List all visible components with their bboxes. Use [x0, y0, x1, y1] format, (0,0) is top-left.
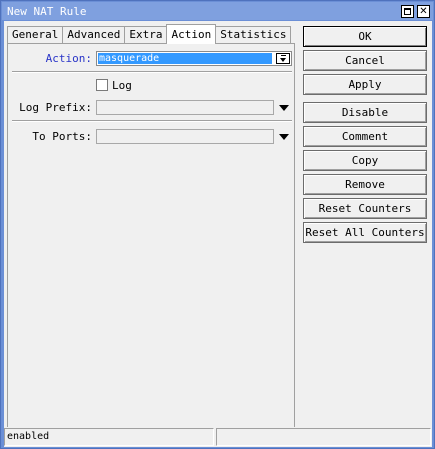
- status-secondary: [216, 428, 431, 446]
- tab-advanced[interactable]: Advanced: [62, 26, 126, 44]
- cancel-button[interactable]: Cancel: [303, 50, 427, 71]
- separator: [12, 120, 292, 122]
- log-prefix-input[interactable]: [96, 100, 274, 115]
- action-tab-panel: Action: masquerade Log Log Prefix: To Po…: [7, 43, 295, 445]
- nat-rule-window: New NAT Rule ✕ General Advanced Extra Ac…: [0, 0, 435, 449]
- tab-general[interactable]: General: [7, 26, 64, 44]
- status-state: enabled: [4, 428, 214, 446]
- log-label: Log: [112, 79, 132, 92]
- ok-button[interactable]: OK: [303, 26, 427, 47]
- dialog-body: General Advanced Extra Action Statistics…: [4, 21, 432, 447]
- close-icon[interactable]: ✕: [417, 5, 430, 18]
- window-title: New NAT Rule: [7, 5, 87, 18]
- disable-button[interactable]: Disable: [303, 102, 427, 123]
- to-ports-input[interactable]: [96, 129, 274, 144]
- apply-button[interactable]: Apply: [303, 74, 427, 95]
- reset-counters-button[interactable]: Reset Counters: [303, 198, 427, 219]
- tab-action[interactable]: Action: [166, 24, 217, 44]
- action-label: Action:: [45, 52, 92, 65]
- tab-bar: General Advanced Extra Action Statistics: [7, 24, 292, 44]
- separator: [12, 71, 292, 73]
- status-bar: enabled: [4, 427, 432, 447]
- dropdown-arrow-icon[interactable]: [276, 53, 290, 64]
- expand-arrow-icon[interactable]: [279, 134, 289, 140]
- reset-all-counters-button[interactable]: Reset All Counters: [303, 222, 427, 243]
- remove-button[interactable]: Remove: [303, 174, 427, 195]
- log-prefix-label: Log Prefix:: [19, 101, 92, 114]
- maximize-icon[interactable]: [401, 5, 414, 18]
- tab-extra[interactable]: Extra: [124, 26, 168, 44]
- log-checkbox[interactable]: [96, 79, 108, 91]
- action-selected-value: masquerade: [98, 53, 272, 64]
- title-bar[interactable]: New NAT Rule ✕: [2, 2, 433, 20]
- action-select[interactable]: masquerade: [96, 51, 292, 66]
- tab-statistics[interactable]: Statistics: [215, 26, 292, 44]
- expand-arrow-icon[interactable]: [279, 105, 289, 111]
- comment-button[interactable]: Comment: [303, 126, 427, 147]
- to-ports-label: To Ports:: [32, 130, 92, 143]
- copy-button[interactable]: Copy: [303, 150, 427, 171]
